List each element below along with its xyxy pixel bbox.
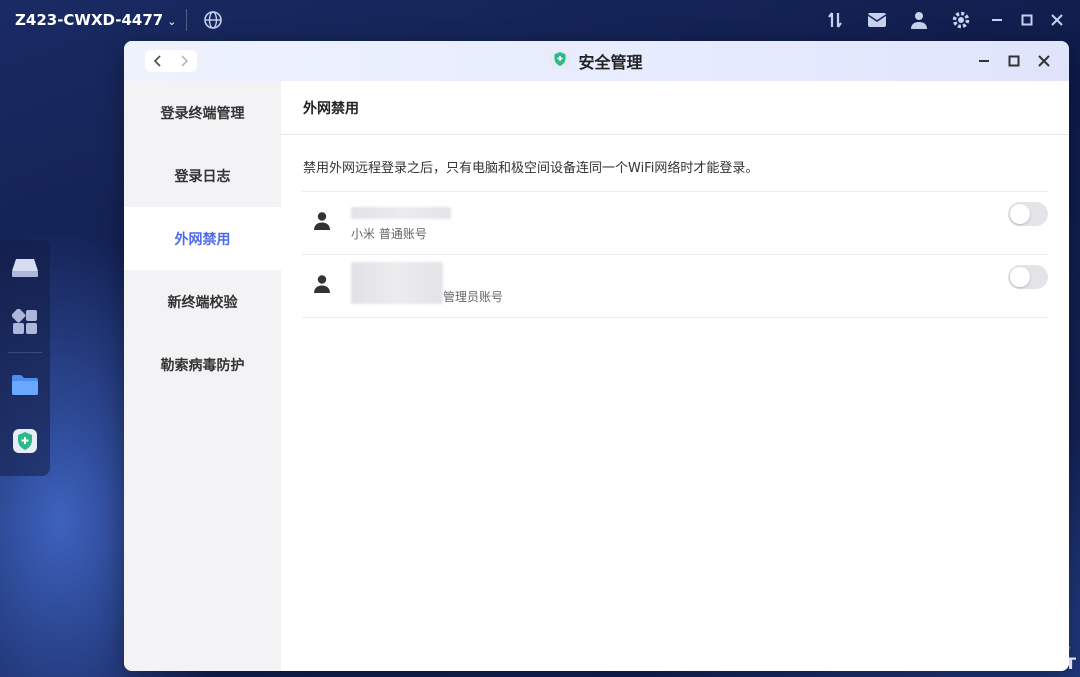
storage-icon[interactable] xyxy=(0,240,50,296)
apps-icon[interactable] xyxy=(0,296,50,348)
external-disable-toggle[interactable] xyxy=(1008,202,1048,226)
user-icon[interactable] xyxy=(898,0,940,40)
window-close-icon[interactable] xyxy=(1029,41,1059,81)
mail-icon[interactable] xyxy=(856,0,898,40)
redacted-username xyxy=(351,262,443,304)
security-app-icon[interactable] xyxy=(0,413,50,469)
system-topbar: Z423-CWXD-4477 ⌄ xyxy=(0,0,1080,40)
transfer-icon[interactable] xyxy=(814,0,856,40)
gear-icon[interactable] xyxy=(940,0,982,40)
window-minimize-icon[interactable] xyxy=(969,41,999,81)
sidebar-item-login-log[interactable]: 登录日志 xyxy=(124,144,281,207)
globe-icon[interactable] xyxy=(202,9,224,31)
divider xyxy=(186,9,188,31)
user-avatar-icon xyxy=(312,274,332,294)
close-icon[interactable] xyxy=(1042,0,1072,40)
app-dock xyxy=(0,240,50,476)
list-item: 小米 普通账号 xyxy=(302,192,1048,255)
sidebar-item-label: 登录终端管理 xyxy=(160,105,245,122)
security-window: 安全管理 登录终端管理 登录日志 外网禁用 新终端校验 勒索病毒防护 外网禁用 … xyxy=(124,41,1069,671)
window-title: 安全管理 xyxy=(124,41,1069,81)
account-type: 小米 普通账号 xyxy=(351,227,427,241)
settings-sidebar: 登录终端管理 登录日志 外网禁用 新终端校验 勒索病毒防护 xyxy=(124,81,281,671)
device-selector[interactable]: Z423-CWXD-4477 ⌄ xyxy=(15,11,176,29)
minimize-icon[interactable] xyxy=(982,0,1012,40)
user-list: 小米 普通账号 管理员账号 xyxy=(302,191,1048,318)
dock-divider xyxy=(8,352,42,353)
device-name: Z423-CWXD-4477 xyxy=(15,11,164,29)
external-disable-toggle[interactable] xyxy=(1008,265,1048,289)
folder-icon[interactable] xyxy=(0,357,50,413)
sidebar-item-external-disable[interactable]: 外网禁用 xyxy=(124,207,281,270)
toggle-knob xyxy=(1010,204,1030,224)
sidebar-item-label: 新终端校验 xyxy=(167,294,238,311)
shield-icon xyxy=(550,49,571,73)
window-maximize-icon[interactable] xyxy=(999,41,1029,81)
sidebar-item-label: 外网禁用 xyxy=(174,231,231,248)
toggle-knob xyxy=(1010,267,1030,287)
page-title: 外网禁用 xyxy=(281,81,1069,135)
page-description: 禁用外网远程登录之后，只有电脑和极空间设备连同一个WiFi网络时才能登录。 xyxy=(303,161,759,176)
redacted-username xyxy=(351,207,451,219)
sidebar-item-terminal-verify[interactable]: 新终端校验 xyxy=(124,270,281,333)
sidebar-item-label: 勒索病毒防护 xyxy=(160,357,245,374)
chevron-down-icon: ⌄ xyxy=(167,14,177,28)
sidebar-item-ransomware[interactable]: 勒索病毒防护 xyxy=(124,333,281,396)
watermark-site: SMYZ.NET xyxy=(984,654,1076,673)
list-item: 管理员账号 xyxy=(302,255,1048,318)
sidebar-item-label: 登录日志 xyxy=(174,168,231,185)
maximize-icon[interactable] xyxy=(1012,0,1042,40)
window-titlebar: 安全管理 xyxy=(124,41,1069,81)
sidebar-item-login-terminal[interactable]: 登录终端管理 xyxy=(124,81,281,144)
content-panel: 外网禁用 禁用外网远程登录之后，只有电脑和极空间设备连同一个WiFi网络时才能登… xyxy=(281,81,1069,671)
account-type: 管理员账号 xyxy=(443,290,504,304)
window-title-text: 安全管理 xyxy=(578,53,643,72)
user-avatar-icon xyxy=(312,211,332,231)
